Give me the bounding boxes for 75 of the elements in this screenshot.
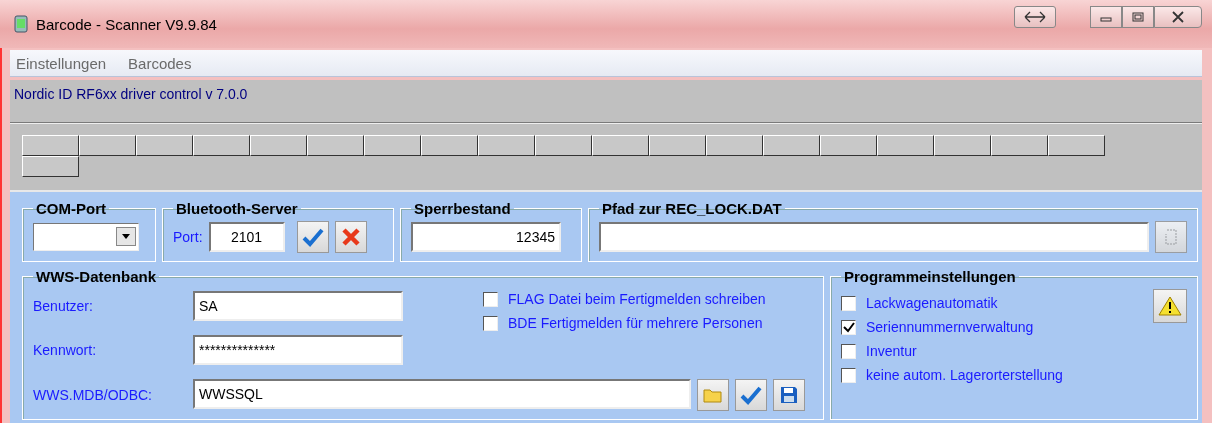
function-key-button[interactable] — [763, 135, 820, 156]
path-field[interactable] — [599, 222, 1149, 252]
stock-lock-field[interactable]: 12345 — [411, 222, 561, 252]
checkbox-label: Seriennummernverwaltung — [866, 319, 1034, 335]
field-label: Benutzer: — [33, 298, 94, 314]
group-title: COM-Port — [35, 200, 107, 217]
menu-item[interactable]: Barcodes — [128, 54, 192, 72]
function-key-button[interactable] — [250, 135, 307, 156]
field-label: WWS.MDB/ODBC: — [33, 387, 153, 403]
confirm-button[interactable] — [735, 379, 767, 411]
function-key-button[interactable] — [535, 135, 592, 156]
function-key-button[interactable] — [364, 135, 421, 156]
close-icon — [1171, 11, 1185, 23]
window-title: Barcode - Scanner V9.9.84 — [36, 15, 217, 33]
checkbox-label: Inventur — [866, 343, 917, 359]
input-field[interactable]: SA — [193, 291, 403, 321]
function-key-button[interactable] — [22, 156, 79, 177]
function-key-button[interactable] — [136, 135, 193, 156]
checkmark-icon — [740, 385, 762, 405]
function-key-button[interactable] — [1048, 135, 1105, 156]
group-title: Pfad zur REC_LOCK.DAT — [601, 200, 783, 217]
app-icon — [14, 15, 28, 33]
group-title: Sperrbestand — [413, 200, 512, 217]
checkbox-label: FLAG Datei beim Fertigmelden schreiben — [508, 291, 766, 307]
function-key-button[interactable] — [478, 135, 535, 156]
cross-icon — [340, 227, 361, 247]
group-title: Programmeinstellungen — [843, 268, 1017, 285]
check-icon — [842, 321, 855, 333]
maximize-button[interactable] — [1122, 6, 1154, 28]
dashed-page-icon — [1163, 228, 1179, 246]
function-key-button[interactable] — [706, 135, 763, 156]
function-key-button[interactable] — [934, 135, 991, 156]
checkbox-label: BDE Fertigmelden für mehrere Personen — [508, 315, 763, 331]
close-button[interactable] — [1154, 6, 1202, 28]
function-key-button[interactable] — [79, 135, 136, 156]
confirm-button[interactable] — [296, 221, 329, 253]
function-key-button[interactable] — [820, 135, 877, 156]
checkmark-icon — [301, 227, 324, 247]
checkbox-label: Lackwagenautomatik — [866, 295, 998, 311]
function-key-button[interactable] — [649, 135, 706, 156]
warning-icon — [1158, 296, 1182, 316]
function-key-button[interactable] — [193, 135, 250, 156]
folder-icon — [703, 386, 723, 404]
save-button[interactable] — [773, 379, 805, 411]
maximize-icon — [1132, 12, 1144, 22]
group-title: WWS-Datenbank — [35, 268, 157, 285]
warning-button[interactable] — [1153, 289, 1187, 323]
input-field[interactable]: WWSSQL — [193, 379, 691, 409]
cancel-button[interactable] — [334, 221, 367, 253]
menu-item[interactable]: Einstellungen — [16, 54, 107, 72]
input-field[interactable]: ************** — [193, 335, 403, 365]
com-port-dropdown[interactable] — [33, 223, 139, 251]
minimize-button[interactable] — [1090, 6, 1122, 28]
function-key-button[interactable] — [22, 135, 79, 156]
function-key-button[interactable] — [421, 135, 478, 156]
checkbox[interactable] — [841, 343, 856, 359]
port-field[interactable]: 2101 — [208, 222, 285, 252]
port-label: Port: — [173, 229, 203, 245]
checkbox[interactable] — [841, 295, 856, 311]
checkbox-label: keine autom. Lagerorterstellung — [866, 367, 1063, 383]
folder-button[interactable] — [697, 379, 729, 411]
group-title: Bluetooth-Server — [175, 200, 299, 217]
dropdown-arrow-icon — [122, 234, 130, 239]
checkbox[interactable] — [841, 319, 856, 335]
function-key-button[interactable] — [307, 135, 364, 156]
resize-arrows-button[interactable] — [1014, 6, 1056, 28]
function-key-button[interactable] — [592, 135, 649, 156]
double-arrow-icon — [1024, 11, 1046, 23]
checkbox[interactable] — [841, 367, 856, 383]
field-label: Kennwort: — [33, 342, 98, 358]
driver-status-text: Nordic ID RF6xx driver control v 7.0.0 — [10, 80, 1202, 123]
function-key-button[interactable] — [877, 135, 934, 156]
function-key-button[interactable] — [991, 135, 1048, 156]
checkbox[interactable] — [483, 315, 498, 331]
checkbox[interactable] — [483, 291, 498, 307]
